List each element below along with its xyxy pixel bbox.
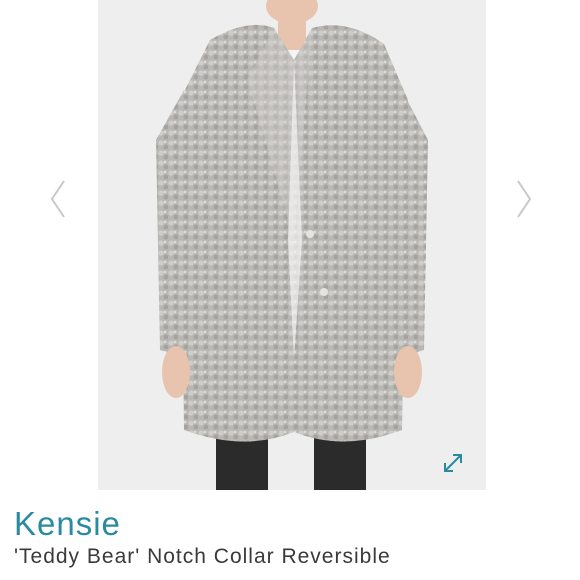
expand-diagonal-icon xyxy=(444,454,462,472)
brand-name[interactable]: Kensie xyxy=(14,506,121,542)
next-image-button[interactable] xyxy=(512,178,536,220)
product-photo[interactable] xyxy=(98,0,486,490)
previous-image-button[interactable] xyxy=(46,178,70,220)
listing-title: 'Teddy Bear' Notch Collar Reversible xyxy=(14,545,391,568)
expand-image-button[interactable] xyxy=(440,450,466,476)
coat-illustration xyxy=(98,0,486,490)
chevron-right-icon xyxy=(517,180,532,218)
chevron-left-icon xyxy=(50,180,65,218)
product-image-gallery xyxy=(0,0,580,490)
listing-screen: Kensie 'Teddy Bear' Notch Collar Reversi… xyxy=(0,0,580,580)
